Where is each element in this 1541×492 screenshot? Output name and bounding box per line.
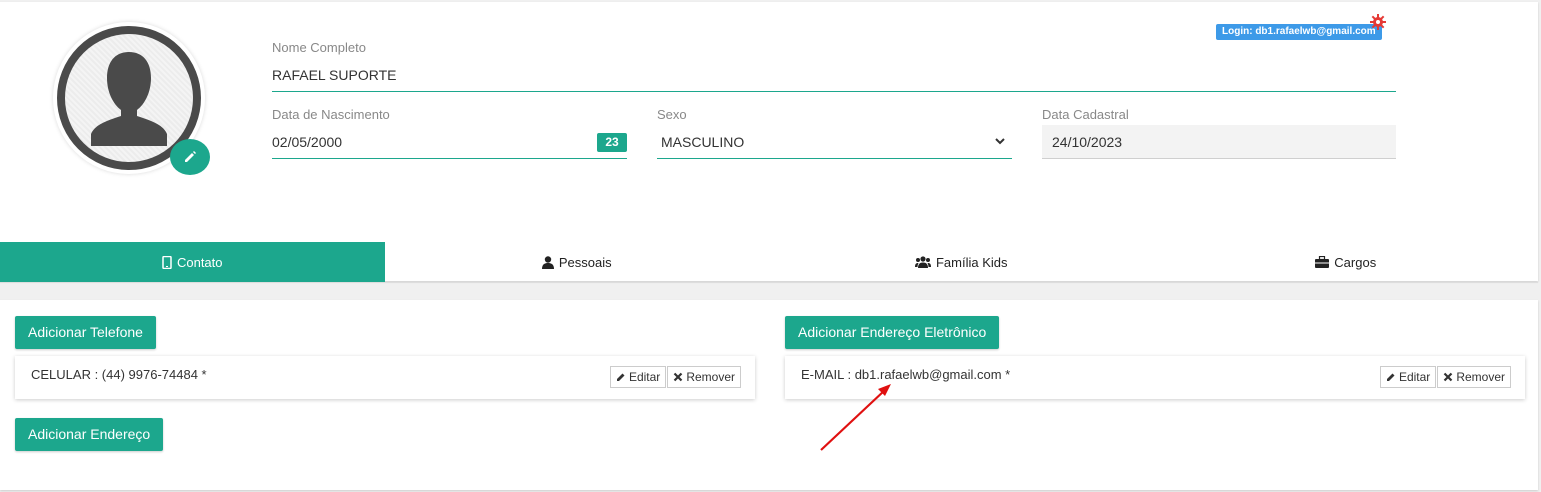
nascimento-label: Data de Nascimento [272,107,390,122]
email-item: E-MAIL : db1.rafaelwb@gmail.com * Editar… [785,356,1525,399]
calendar-button[interactable]: 23 [597,133,627,152]
tab-pessoais[interactable]: Pessoais [385,242,770,282]
cadastro-input: 24/10/2023 [1042,125,1396,159]
profile-card: Login: db1.rafaelwb@gmail.com Nome Compl… [0,2,1538,283]
gear-icon[interactable] [1370,14,1386,30]
edit-phone-label: Editar [628,370,661,384]
sexo-label: Sexo [657,107,687,122]
mobile-icon [162,255,172,269]
tab-pessoais-label: Pessoais [558,254,612,270]
remove-email-button[interactable]: Remover [1437,366,1511,388]
add-phone-button[interactable]: Adicionar Telefone [15,316,156,349]
profile-tabs: Contato Pessoais Família Kids Cargos [0,242,1538,283]
edit-email-label: Editar [1398,370,1431,384]
phone-text: CELULAR : (44) 9976-74484 * [31,367,207,382]
user-icon [541,255,554,269]
pencil-icon [1386,373,1395,381]
cadastro-field: Data Cadastral 24/10/2023 [1042,107,1396,159]
tab-cargos[interactable]: Cargos [1154,242,1539,282]
pencil-icon [616,373,625,381]
briefcase-icon [1315,256,1330,268]
contato-panel: Adicionar Telefone CELULAR : (44) 9976-7… [0,300,1538,490]
login-badge: Login: db1.rafaelwb@gmail.com [1216,24,1382,40]
users-icon [914,256,931,268]
cadastro-label: Data Cadastral [1042,107,1129,122]
nascimento-value: 02/05/2000 [272,134,343,150]
tab-cargos-label: Cargos [1334,254,1377,270]
tab-familia-kids[interactable]: Família Kids [769,242,1154,282]
edit-phone-button[interactable]: Editar [609,366,667,388]
tab-contato-label: Contato [176,254,223,270]
user-silhouette-icon [91,52,167,146]
annotation-arrow-icon [820,384,891,451]
remove-phone-label: Remover [686,370,735,384]
add-address-button[interactable]: Adicionar Endereço [15,418,164,451]
nome-field: Nome Completo RAFAEL SUPORTE [272,40,1396,92]
nome-input[interactable]: RAFAEL SUPORTE [272,58,1396,92]
add-email-button[interactable]: Adicionar Endereço Eletrônico [785,316,1000,349]
tab-contato[interactable]: Contato [0,242,385,282]
chevron-down-icon [995,138,1005,145]
sexo-field: Sexo MASCULINO [657,107,1012,159]
nascimento-field: Data de Nascimento 02/05/2000 23 [272,107,627,159]
nome-label: Nome Completo [272,40,366,55]
sexo-select[interactable]: MASCULINO [657,125,1012,159]
sexo-value: MASCULINO [661,134,745,150]
pencil-icon [185,151,196,162]
remove-email-label: Remover [1456,370,1505,384]
tab-familia-kids-label: Família Kids [935,254,1008,270]
phone-item: CELULAR : (44) 9976-74484 * Editar Remov… [15,356,755,399]
nascimento-input[interactable]: 02/05/2000 23 [272,125,627,159]
remove-phone-button[interactable]: Remover [667,366,741,388]
close-icon [1444,372,1453,382]
close-icon [674,372,683,382]
edit-photo-button[interactable] [170,139,210,175]
edit-email-button[interactable]: Editar [1379,366,1437,388]
